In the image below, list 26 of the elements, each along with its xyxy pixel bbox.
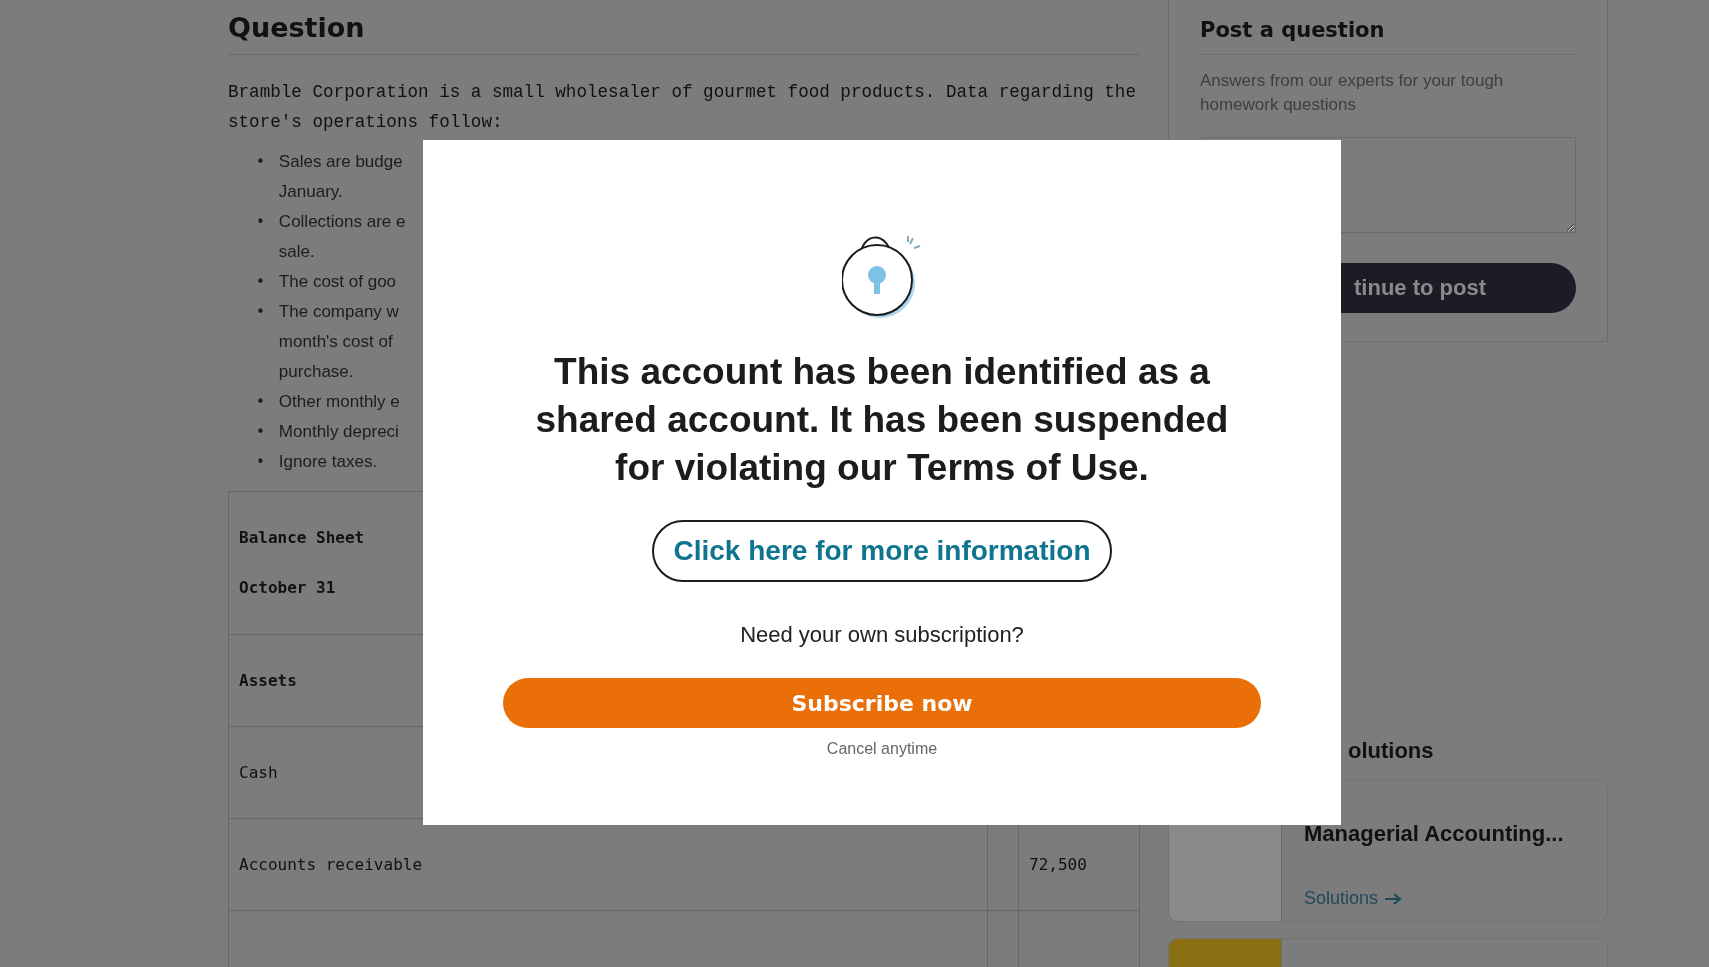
bullet-marker: • xyxy=(256,452,265,473)
bullet-text: Other monthly e xyxy=(278,391,400,413)
subscribe-button[interactable]: Subscribe now xyxy=(503,678,1261,728)
card-subtitle: Answers from our experts for your tough homework questions xyxy=(1200,70,1505,116)
bullet-text: Monthly depreci xyxy=(278,421,399,443)
card-title: Post a question xyxy=(1200,18,1576,55)
bullet-marker: • xyxy=(256,422,265,443)
bullet-marker: • xyxy=(256,302,265,323)
bullet-marker: • xyxy=(256,272,265,293)
arrow-icon xyxy=(1384,891,1403,906)
bullet-text: Sales are budge January. xyxy=(278,151,403,203)
solutions-link[interactable]: Solutions xyxy=(1304,888,1564,909)
bullet-marker: • xyxy=(256,212,265,233)
question-heading: Question xyxy=(228,0,1140,55)
more-info-button[interactable]: Click here for more information xyxy=(651,520,1113,582)
book-title: Managerial Accounting... xyxy=(1304,821,1564,847)
bullet-marker: • xyxy=(256,152,265,173)
bullet-text: Collections are e sale. xyxy=(278,211,406,263)
bullet-text: The company w month's cost of purchase. xyxy=(278,301,399,383)
bullet-marker: • xyxy=(256,392,265,413)
suspension-message: This account has been identified as a shared account. It has been suspended for violating our Terms of Use. xyxy=(534,350,1230,490)
bullet-text: The cost of goo xyxy=(278,271,397,293)
section-heading: olutions xyxy=(1348,738,1435,764)
question-text: Bramble Corporation is a small wholesaler of gourmet food products. Data regarding the store's operations follow: xyxy=(228,81,1137,134)
bullet-text: Ignore taxes. xyxy=(278,451,378,473)
cancel-note: Cancel anytime xyxy=(826,740,938,758)
